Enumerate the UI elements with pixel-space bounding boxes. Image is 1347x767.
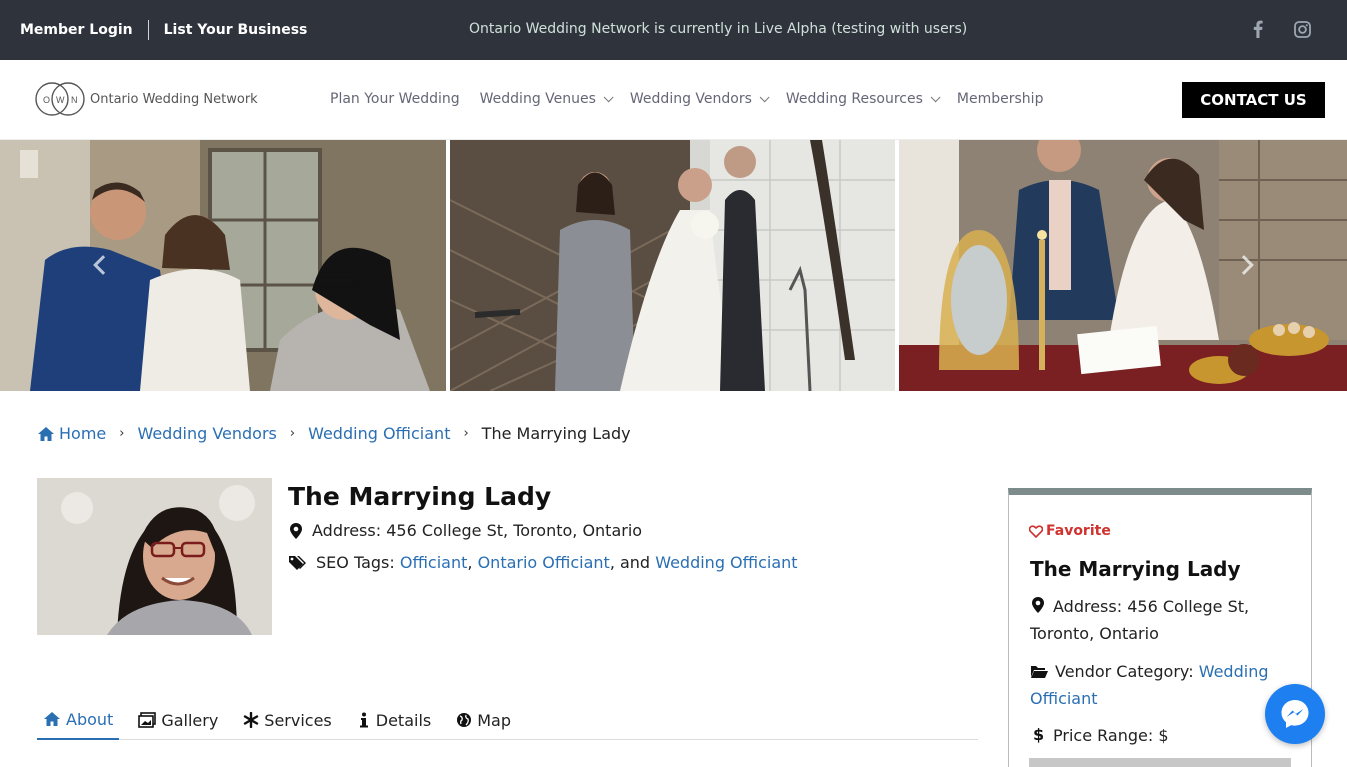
- nav-plan-your-wedding[interactable]: Plan Your Wedding: [330, 91, 460, 107]
- nav-label: Wedding Venues: [479, 91, 596, 107]
- address-value: 456 College St, Toronto, Ontario: [386, 521, 643, 540]
- nav-membership[interactable]: Membership: [957, 91, 1044, 107]
- card-price-range: $ Price Range: $: [1030, 722, 1290, 749]
- folder-open-icon: [1031, 666, 1048, 678]
- chevron-down-icon: [930, 91, 941, 102]
- site-header: O W N Ontario Wedding Network Plan Your …: [0, 60, 1347, 140]
- heart-icon: [1029, 524, 1043, 538]
- nav-wedding-vendors[interactable]: Wedding Vendors: [629, 91, 770, 107]
- globe-icon: [457, 713, 472, 727]
- seo-tags-label: SEO Tags:: [316, 553, 395, 572]
- favorite-label: Favorite: [1046, 523, 1111, 539]
- chevron-right-icon: ›: [463, 426, 469, 441]
- asterisk-icon: [244, 712, 259, 728]
- nav-label: Wedding Vendors: [629, 91, 752, 107]
- tab-label: Map: [477, 710, 511, 730]
- carousel-slide-2: [450, 140, 895, 391]
- chevron-right-icon: ›: [119, 426, 125, 441]
- breadcrumb-wedding-officiant[interactable]: Wedding Officiant: [308, 424, 450, 443]
- tag-officiant[interactable]: Officiant: [400, 553, 468, 572]
- breadcrumb-home[interactable]: Home: [59, 424, 106, 443]
- home-icon: [44, 712, 60, 726]
- breadcrumb: Home › Wedding Vendors › Wedding Officia…: [37, 424, 631, 443]
- nav-label: Wedding Resources: [785, 91, 923, 107]
- tab-services[interactable]: Services: [237, 700, 337, 740]
- messenger-icon: [1281, 700, 1309, 728]
- tags-icon: [289, 555, 306, 570]
- top-bar: Member Login List Your Business Ontario …: [0, 0, 1347, 60]
- tab-map[interactable]: Map: [450, 700, 517, 740]
- tab-label: About: [66, 709, 114, 729]
- logo-letter-w: W: [56, 95, 65, 105]
- carousel-slide-1: [0, 140, 446, 391]
- chevron-right-icon: ›: [289, 426, 296, 441]
- map-pin-icon: [1032, 597, 1044, 613]
- chevron-down-icon: [603, 91, 614, 102]
- tag-separator: ,: [467, 553, 473, 572]
- tag-separator: , and: [609, 553, 651, 572]
- card-address-label: Address:: [1053, 597, 1123, 616]
- vendor-photo: [37, 478, 272, 635]
- messenger-chat-button[interactable]: [1265, 684, 1325, 744]
- info-icon: [359, 712, 368, 728]
- logo-letter-o: O: [43, 95, 50, 105]
- card-category-label: Vendor Category:: [1055, 662, 1194, 681]
- card-vendor-name: The Marrying Lady: [1030, 557, 1241, 581]
- logo-text: Ontario Wedding Network: [90, 91, 258, 107]
- site-logo[interactable]: O W N Ontario Wedding Network: [34, 81, 258, 117]
- tab-label: Details: [375, 710, 432, 730]
- tab-label: Services: [264, 710, 332, 730]
- nav-wedding-resources[interactable]: Wedding Resources: [785, 91, 941, 107]
- tab-gallery[interactable]: Gallery: [132, 700, 224, 740]
- images-icon: [138, 712, 157, 728]
- card-vendor-category: Vendor Category: Wedding Officiant: [1030, 658, 1290, 712]
- facebook-icon[interactable]: [1248, 19, 1268, 39]
- carousel-slide-3: [899, 140, 1347, 391]
- tag-ontario-officiant[interactable]: Ontario Officiant: [478, 553, 610, 572]
- svg-text:$: $: [1033, 725, 1044, 743]
- card-price-label: Price Range:: [1053, 726, 1154, 745]
- top-bar-links: Member Login List Your Business: [20, 20, 307, 40]
- tab-label: Gallery: [161, 710, 219, 730]
- favorite-button[interactable]: Favorite: [1029, 523, 1111, 539]
- card-price-value: $: [1158, 726, 1169, 745]
- photo-carousel: [0, 140, 1347, 391]
- nav-label: Membership: [956, 91, 1044, 107]
- chevron-down-icon: [759, 91, 770, 102]
- tab-details[interactable]: Details: [351, 700, 437, 740]
- vendor-tabs: About Gallery Services Details Map: [37, 700, 978, 740]
- main-nav: Plan Your Wedding Wedding Venues Wedding…: [330, 91, 1063, 107]
- home-icon: [38, 426, 54, 441]
- logo-mark: O W N: [34, 81, 86, 117]
- tag-wedding-officiant[interactable]: Wedding Officiant: [655, 553, 797, 572]
- divider: [147, 20, 149, 40]
- vendor-title: The Marrying Lady: [288, 482, 552, 511]
- nav-label: Plan Your Wedding: [330, 91, 460, 107]
- breadcrumb-wedding-vendors[interactable]: Wedding Vendors: [137, 424, 276, 443]
- map-pin-icon: [290, 522, 302, 539]
- card-address: Address: 456 College St, Toronto, Ontari…: [1030, 593, 1290, 647]
- list-business-link[interactable]: List Your Business: [164, 22, 308, 38]
- instagram-icon[interactable]: [1292, 19, 1312, 39]
- breadcrumb-current: The Marrying Lady: [481, 424, 631, 443]
- logo-letter-n: N: [71, 95, 78, 105]
- contact-us-button[interactable]: CONTACT US: [1182, 82, 1325, 118]
- announcement-text: Ontario Wedding Network is currently in …: [469, 21, 968, 37]
- dollar-icon: $: [1033, 725, 1044, 744]
- vendor-seo-tags-row: SEO Tags: Officiant, Ontario Officiant, …: [288, 553, 798, 572]
- address-label: Address:: [312, 521, 382, 540]
- member-login-link[interactable]: Member Login: [20, 22, 133, 38]
- card-action-button[interactable]: [1029, 758, 1291, 767]
- vendor-address-row: Address: 456 College St, Toronto, Ontari…: [288, 521, 642, 540]
- tab-about[interactable]: About: [37, 700, 120, 740]
- nav-wedding-venues[interactable]: Wedding Venues: [479, 91, 614, 107]
